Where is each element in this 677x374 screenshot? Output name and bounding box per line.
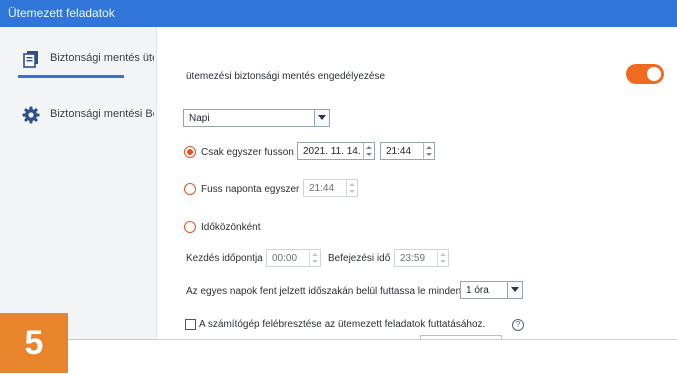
frequency-dropdown[interactable]: Napi (183, 109, 330, 127)
frequency-value: Napi (189, 113, 210, 124)
run-once-date: 2021. 11. 14. (303, 146, 361, 157)
spinner-arrows-icon[interactable] (437, 250, 448, 266)
radio-interval[interactable] (184, 221, 196, 233)
spinner-arrows-icon[interactable] (363, 143, 374, 159)
sidebar-item-backup-settings[interactable]: Biztonsági mentési Beállítások (0, 97, 156, 133)
bottom-strip (0, 339, 677, 374)
run-once-date-field[interactable]: 2021. 11. 14. (297, 142, 375, 160)
daily-time: 21:44 (309, 183, 335, 194)
run-once-time: 21:44 (386, 146, 412, 157)
repeat-interval-value: 1 óra (466, 285, 489, 296)
enable-schedule-toggle[interactable] (626, 64, 664, 84)
wake-computer-checkbox[interactable] (185, 319, 196, 330)
toggle-knob (647, 67, 661, 81)
enable-schedule-label: ütemezési biztonsági mentés engedélyezés… (186, 71, 386, 82)
radio-run-once[interactable] (184, 146, 196, 158)
radio-daily[interactable] (184, 183, 196, 195)
sidebar-item-backup-schedule[interactable]: Biztonsági mentés ütemezése (0, 41, 156, 78)
sidebar-item-label: Biztonsági mentés ütemezése (50, 52, 154, 64)
spinner-arrows-icon[interactable] (423, 143, 434, 159)
start-time-value: 00:00 (272, 253, 298, 264)
wake-computer-label: A számítógép felébresztése az ütemezett … (199, 319, 486, 330)
spinner-arrows-icon[interactable] (346, 180, 357, 196)
daily-time-field[interactable]: 21:44 (303, 179, 358, 197)
chevron-down-icon (507, 282, 522, 298)
repeat-interval-label: Az egyes napok fent jelzett időszakán be… (186, 286, 462, 297)
interval-label: Időközönként (201, 222, 261, 233)
spinner-arrows-icon[interactable] (309, 250, 320, 266)
help-icon[interactable]: ? (512, 319, 524, 331)
start-time-field[interactable]: 00:00 (266, 249, 321, 267)
chevron-down-icon (314, 110, 329, 126)
daily-label: Fuss naponta egyszer (201, 184, 300, 195)
run-once-time-field[interactable]: 21:44 (380, 142, 435, 160)
end-time-label: Befejezési idő (328, 253, 391, 264)
end-time-value: 23:59 (400, 253, 426, 264)
start-time-label: Kezdés időpontja (186, 253, 263, 264)
sidebar-item-label: Biztonsági mentési Beállítások (50, 108, 154, 120)
gear-icon (22, 106, 40, 124)
title-bar: Ütemezett feladatok (0, 0, 677, 27)
repeat-interval-dropdown[interactable]: 1 óra (460, 281, 523, 299)
step-number-badge: 5 (0, 313, 68, 373)
backup-copy-icon (22, 50, 40, 68)
end-time-field[interactable]: 23:59 (394, 249, 449, 267)
run-once-label: Csak egyszer fusson (201, 147, 294, 158)
window-title: Ütemezett feladatok (8, 6, 115, 20)
